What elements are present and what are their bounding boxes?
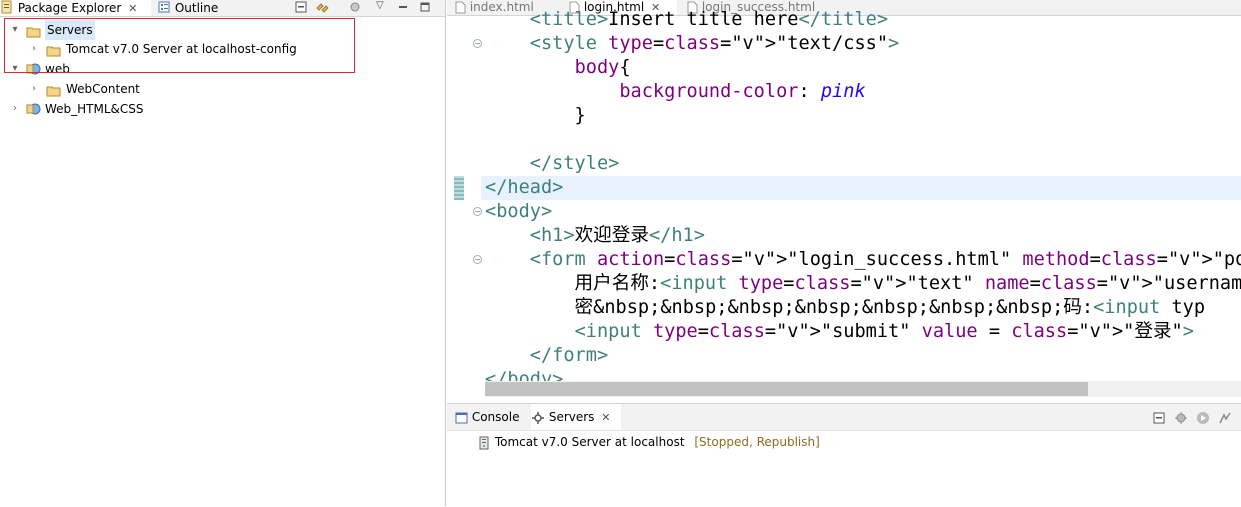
folder-open-icon: [46, 83, 62, 97]
debug-icon[interactable]: [1174, 411, 1188, 425]
close-icon[interactable]: ✕: [128, 2, 137, 15]
tree-label: WebContent: [66, 82, 140, 96]
horizontal-scrollbar[interactable]: [485, 381, 1241, 397]
server-name: Tomcat v7.0 Server at localhost: [494, 435, 685, 449]
collapse-all-icon[interactable]: [294, 0, 308, 14]
code-line[interactable]: </head>: [485, 176, 563, 200]
tab-servers[interactable]: Servers ✕: [531, 404, 621, 430]
server-entry[interactable]: Tomcat v7.0 Server at localhost [Stopped…: [477, 432, 820, 452]
web-project-icon: [25, 101, 43, 117]
bottom-tab-bar: Console Servers ✕: [447, 404, 1241, 431]
start-server-icon[interactable]: [1196, 411, 1210, 425]
outline-icon: [157, 0, 171, 17]
tree-item-webcontent[interactable]: › WebContent: [0, 79, 355, 99]
code-line[interactable]: <style type=class="v">"text/css">: [485, 32, 899, 56]
code-line[interactable]: <form action=class="v">"login_success.ht…: [485, 248, 1241, 272]
server-icon: [477, 435, 495, 449]
focus-icon[interactable]: [348, 0, 362, 14]
view-menu-icon[interactable]: ▽: [376, 0, 390, 14]
link-with-editor-icon[interactable]: [315, 0, 329, 14]
tab-console-label: Console: [471, 410, 520, 424]
tab-package-explorer[interactable]: Package Explorer ✕: [0, 0, 151, 16]
code-line[interactable]: <input type=class="v">"submit" value = c…: [485, 320, 1194, 344]
tab-servers-label: Servers: [548, 410, 595, 424]
code-line[interactable]: 密&nbsp;&nbsp;&nbsp;&nbsp;&nbsp;&nbsp;&nb…: [485, 296, 1206, 320]
chevron-right-icon[interactable]: ›: [10, 99, 20, 119]
maximize-icon[interactable]: [418, 0, 432, 14]
package-explorer-pane: Package Explorer ✕ Outline ▽ ▾ Servers ›…: [0, 0, 446, 506]
servers-icon: [531, 410, 549, 424]
annotation-highlight-box: [4, 18, 355, 73]
console-icon: [455, 410, 472, 424]
tab-package-explorer-label: Package Explorer: [17, 1, 122, 15]
server-status: [Stopped, Republish]: [694, 435, 820, 449]
tree-item-web-html-css[interactable]: › Web_HTML&CSS: [0, 99, 355, 119]
code-line[interactable]: background-color: pink: [485, 80, 865, 104]
code-line[interactable]: <body>: [485, 200, 552, 224]
package-explorer-icon: [0, 0, 14, 17]
code-line[interactable]: </style>: [485, 152, 620, 176]
tree-label: Web_HTML&CSS: [45, 102, 144, 116]
tab-console[interactable]: Console: [455, 404, 525, 430]
code-line[interactable]: 用户名称:<input type=class="v">"text" name=c…: [485, 272, 1241, 296]
code-line[interactable]: }: [485, 104, 586, 128]
code-line[interactable]: <title>Insert title here</title>: [485, 8, 888, 32]
new-server-icon[interactable]: [1152, 411, 1166, 425]
code-line[interactable]: body{: [485, 56, 631, 80]
minimize-icon[interactable]: [396, 0, 410, 14]
profile-icon[interactable]: [1218, 411, 1232, 425]
close-icon[interactable]: ✕: [601, 411, 610, 424]
code-line[interactable]: <h1>欢迎登录</h1>: [485, 224, 705, 248]
code-line[interactable]: </body>: [485, 368, 563, 381]
tab-outline-label: Outline: [174, 1, 219, 15]
servers-panel: Console Servers ✕ Tomcat v7.0 Server at …: [447, 403, 1241, 507]
code-line[interactable]: </form>: [485, 344, 608, 368]
chevron-right-icon[interactable]: ›: [29, 79, 39, 99]
scrollbar-thumb[interactable]: [485, 382, 1088, 396]
tab-outline[interactable]: Outline: [157, 0, 287, 16]
left-tab-bar: Package Explorer ✕ Outline ▽: [0, 0, 445, 17]
code-editor[interactable]: index.html login.html ✕ login_success.ht…: [447, 0, 1241, 398]
code-area[interactable]: <title>Insert title here</title> <style …: [447, 0, 1241, 381]
